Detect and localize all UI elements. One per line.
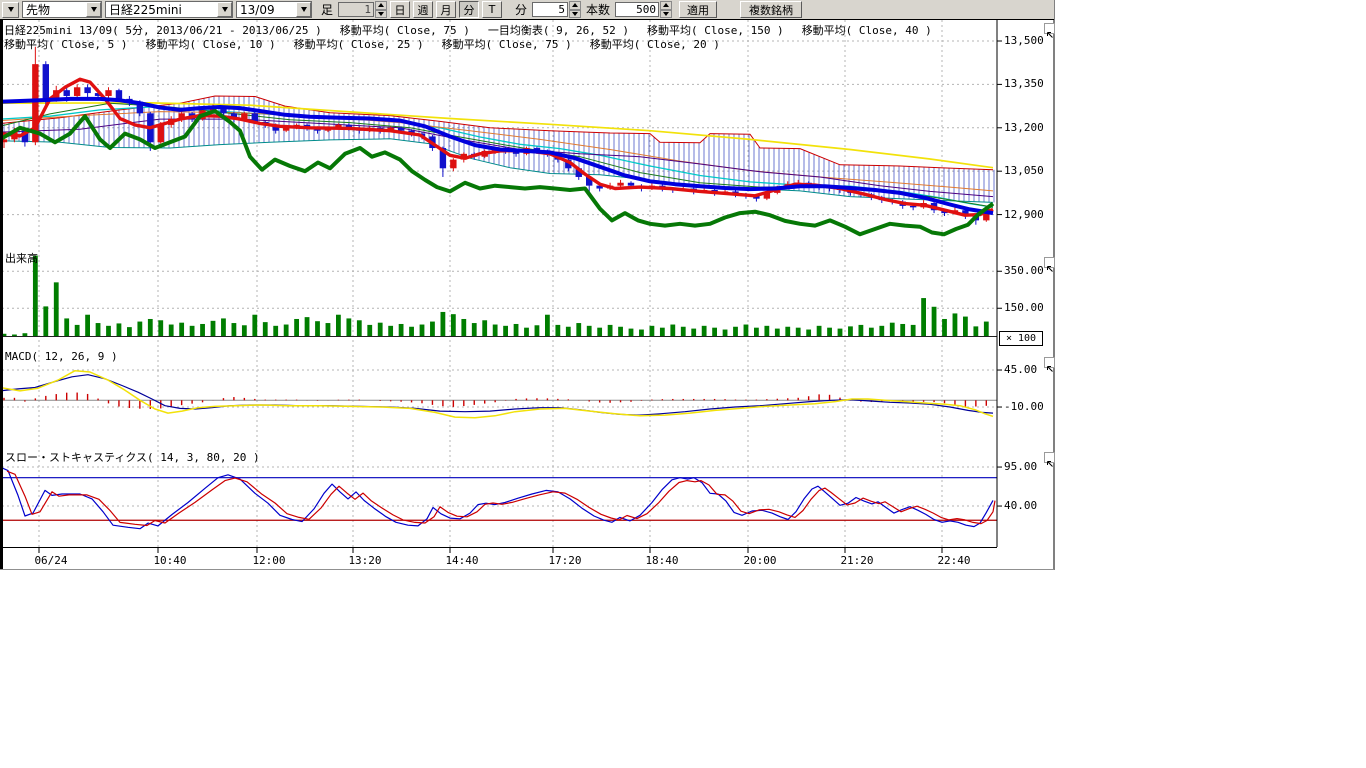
bar-count-input[interactable]: [615, 2, 659, 17]
bar-count-label: 本数: [586, 1, 610, 18]
bar-count-spinner[interactable]: [615, 1, 672, 18]
chevron-down-icon[interactable]: [217, 2, 232, 17]
market-select-value: 先物: [23, 1, 86, 18]
apply-button[interactable]: 適用: [679, 1, 717, 18]
minute-value-input[interactable]: [532, 2, 568, 17]
bar-interval-spinner[interactable]: [338, 1, 387, 18]
spin-down-icon[interactable]: [375, 10, 387, 19]
toolbar: 先物 日経225mini 13/09 足 日 週 月 分 T 分 本数 適用 複…: [0, 0, 1054, 19]
chart-canvas[interactable]: 日経225mini 13/09( 5分, 2013/06/21 - 2013/0…: [0, 0, 1060, 572]
spin-up-icon[interactable]: [375, 1, 387, 10]
period-tick-button[interactable]: T: [482, 1, 502, 18]
bar-interval-input[interactable]: [338, 2, 374, 17]
contract-select-value: 13/09: [237, 3, 296, 17]
period-month-button[interactable]: 月: [436, 1, 456, 18]
market-select[interactable]: 先物: [22, 1, 102, 18]
panel-scroll-arrow[interactable]: [1044, 23, 1055, 34]
period-minute-button[interactable]: 分: [459, 1, 479, 18]
chevron-down-icon[interactable]: [86, 2, 101, 17]
chart-menu-dropdown[interactable]: [2, 2, 19, 18]
panel-scroll-arrow[interactable]: [1044, 257, 1055, 268]
period-day-button[interactable]: 日: [390, 1, 410, 18]
period-week-button[interactable]: 週: [413, 1, 433, 18]
chart-svg[interactable]: [0, 0, 1060, 572]
bar-label: 足: [321, 1, 333, 18]
spin-up-icon[interactable]: [569, 1, 581, 10]
symbol-select-value: 日経225mini: [106, 1, 217, 18]
contract-select[interactable]: 13/09: [236, 1, 312, 18]
multi-symbol-button[interactable]: 複数銘柄: [740, 1, 802, 18]
symbol-select[interactable]: 日経225mini: [105, 1, 233, 18]
minute-value-spinner[interactable]: [532, 1, 581, 18]
minute-label: 分: [515, 1, 527, 18]
panel-scroll-arrow[interactable]: [1044, 357, 1055, 368]
chevron-down-icon[interactable]: [296, 2, 311, 17]
spin-down-icon[interactable]: [569, 10, 581, 19]
panel-scroll-arrow[interactable]: [1044, 452, 1055, 463]
spin-down-icon[interactable]: [660, 10, 672, 19]
spin-up-icon[interactable]: [660, 1, 672, 10]
chevron-down-icon: [8, 7, 14, 12]
